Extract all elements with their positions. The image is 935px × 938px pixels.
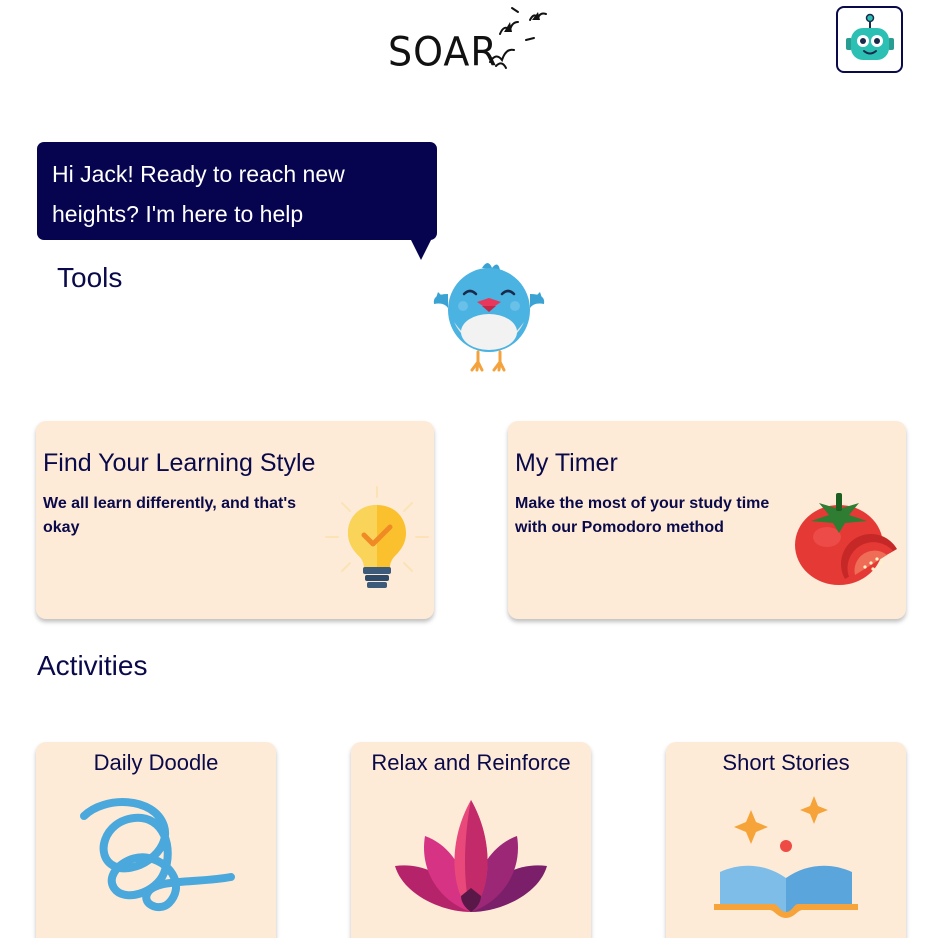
assistant-speech-bubble: Hi Jack! Ready to reach new heights? I'm… xyxy=(37,142,437,240)
daily-doodle-card[interactable]: Daily Doodle xyxy=(36,742,276,938)
book-illustration xyxy=(666,794,906,924)
robot-icon xyxy=(845,13,894,60)
birds-icon xyxy=(489,7,547,69)
my-timer-card[interactable]: My Timer Make the most of your study tim… xyxy=(508,421,906,619)
daily-doodle-title: Daily Doodle xyxy=(93,750,219,775)
bird-icon xyxy=(433,263,545,372)
learning-style-card[interactable]: Find Your Learning Style We all learn di… xyxy=(36,421,434,619)
lightbulb-illustration xyxy=(324,485,430,600)
tomato-illustration xyxy=(793,491,903,596)
robot-assistant-button[interactable] xyxy=(836,6,903,73)
doodle-illustration xyxy=(36,794,276,924)
activities-heading: Activities xyxy=(37,650,148,681)
short-stories-title: Short Stories xyxy=(722,750,850,775)
soar-logo[interactable]: SOAR xyxy=(388,4,558,76)
logo-text: SOAR xyxy=(388,28,498,76)
lotus-illustration xyxy=(351,794,591,924)
relax-reinforce-title: Relax and Reinforce xyxy=(371,750,571,775)
lotus-icon xyxy=(395,800,547,912)
mascot-bird xyxy=(430,258,548,379)
app-page: SOAR Hi Jack! Ready to reach new heights… xyxy=(0,0,935,938)
assistant-message: Hi Jack! Ready to reach new heights? I'm… xyxy=(52,161,345,227)
doodle-icon xyxy=(80,798,235,912)
lightbulb-icon xyxy=(325,486,429,588)
short-stories-card[interactable]: Short Stories xyxy=(666,742,906,938)
open-book-icon xyxy=(714,796,858,918)
learning-style-title: Find Your Learning Style xyxy=(43,449,316,477)
tools-heading: Tools xyxy=(57,262,123,293)
relax-reinforce-card[interactable]: Relax and Reinforce xyxy=(351,742,591,938)
speech-bubble-tail xyxy=(410,238,432,260)
learning-style-description: We all learn differently, and that's oka… xyxy=(43,495,297,536)
my-timer-description: Make the most of your study time with ou… xyxy=(515,495,770,536)
my-timer-title: My Timer xyxy=(515,449,618,477)
tomato-icon xyxy=(795,493,897,585)
